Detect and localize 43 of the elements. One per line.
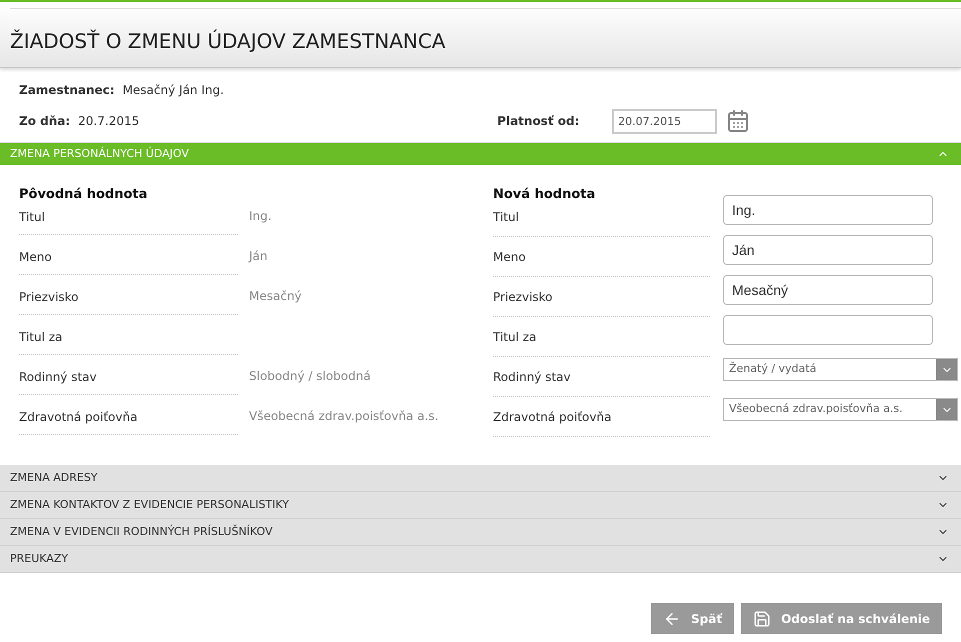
section-title: PREUKAZY [10, 550, 68, 567]
section-header[interactable]: PREUKAZY [0, 546, 961, 573]
section-header[interactable]: ZMENA V EVIDENCII RODINNÝCH PRÍSLUŠNÍKOV [0, 519, 961, 546]
date-label: Zo dňa: [19, 113, 70, 130]
input-field[interactable] [723, 315, 933, 345]
column-heading: Pôvodná hodnota [19, 187, 148, 203]
field-label: Zdravotná poiťovňa [19, 403, 238, 435]
original-value: Ján [249, 248, 268, 265]
original-value: Ing. [249, 208, 272, 225]
date-value: 20.7.2015 [78, 113, 140, 130]
field-label: Rodinný stav [19, 363, 238, 395]
page-title: ŽIADOSŤ O ZMENU ÚDAJOV ZAMESTNANCA [10, 28, 446, 55]
section-header[interactable]: ZMENA KONTAKTOV Z EVIDENCIE PERSONALISTIKY [0, 492, 961, 519]
input-field[interactable]: Ing. [723, 195, 933, 225]
field-label: Titul [19, 203, 238, 235]
section-title: ZMENA ADRESY [10, 470, 98, 486]
select-field[interactable]: Ženatý / vydatá [723, 358, 958, 381]
section-title: ZMENA PERSONÁLNYCH ÚDAJOV [10, 146, 189, 162]
field-label: Titul za [493, 323, 710, 357]
save-icon [753, 610, 772, 628]
calendar-icon[interactable] [726, 109, 750, 133]
original-value: Mesačný [249, 288, 302, 305]
field-label: Meno [493, 243, 710, 277]
field-label: Titul [493, 203, 710, 237]
employee-name: Mesačný Ján Ing. [122, 82, 224, 99]
field-label: Priezvisko [493, 283, 710, 317]
field-label: Priezvisko [19, 283, 238, 315]
date-field[interactable]: 20.07.2015 [612, 108, 718, 134]
input-field[interactable]: Mesačný [723, 275, 933, 305]
valid-from-label: Platnosť od: [497, 113, 580, 130]
select-field[interactable]: Všeobecná zdrav.poisťovňa a.s. [723, 398, 958, 421]
field-label: Meno [19, 243, 238, 275]
column-heading: Nová hodnota [493, 187, 596, 203]
field-label: Titul za [19, 323, 238, 355]
employee-label: Zamestnanec: [19, 82, 115, 99]
original-value: Slobodný / slobodná [249, 368, 371, 385]
field-label: Rodinný stav [493, 363, 710, 397]
section-title: ZMENA V EVIDENCII RODINNÝCH PRÍSLUŠNÍKOV [10, 524, 273, 540]
input-field[interactable]: Ján [723, 235, 933, 265]
section-header[interactable]: ZMENA ADRESY [0, 465, 961, 492]
section-title: ZMENA KONTAKTOV Z EVIDENCIE PERSONALISTIKY [10, 496, 289, 513]
original-value: Všeobecná zdrav.poisťovňa a.s. [249, 408, 438, 425]
field-label: Zdravotná poiťovňa [493, 403, 710, 437]
